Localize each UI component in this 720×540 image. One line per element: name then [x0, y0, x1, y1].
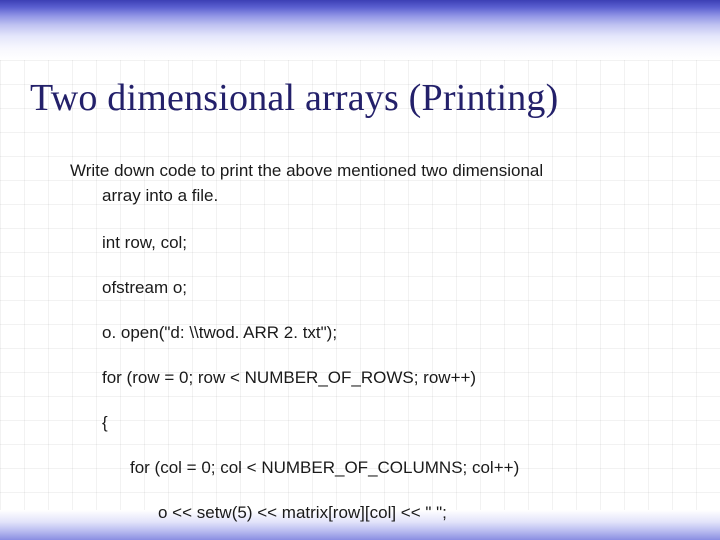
code-line: o. open("d: \\twod. ARR 2. txt"); [102, 322, 680, 344]
code-line: int row, col; [102, 232, 680, 254]
code-line: ofstream o; [102, 277, 680, 299]
code-block: int row, col; ofstream o; o. open("d: \\… [102, 210, 680, 540]
prompt-text-line1: Write down code to print the above menti… [70, 160, 680, 183]
code-line: o << setw(5) << matrix[row][col] << " "; [158, 502, 680, 524]
prompt-text-line2: array into a file. [102, 185, 680, 208]
slide-body: Write down code to print the above menti… [70, 160, 680, 540]
code-line: for (row = 0; row < NUMBER_OF_ROWS; row+… [102, 367, 680, 389]
slide: Two dimensional arrays (Printing) Write … [0, 0, 720, 540]
code-line: { [102, 412, 680, 434]
code-line: for (col = 0; col < NUMBER_OF_COLUMNS; c… [130, 457, 680, 479]
slide-title: Two dimensional arrays (Printing) [30, 76, 558, 120]
header-gradient [0, 0, 720, 60]
